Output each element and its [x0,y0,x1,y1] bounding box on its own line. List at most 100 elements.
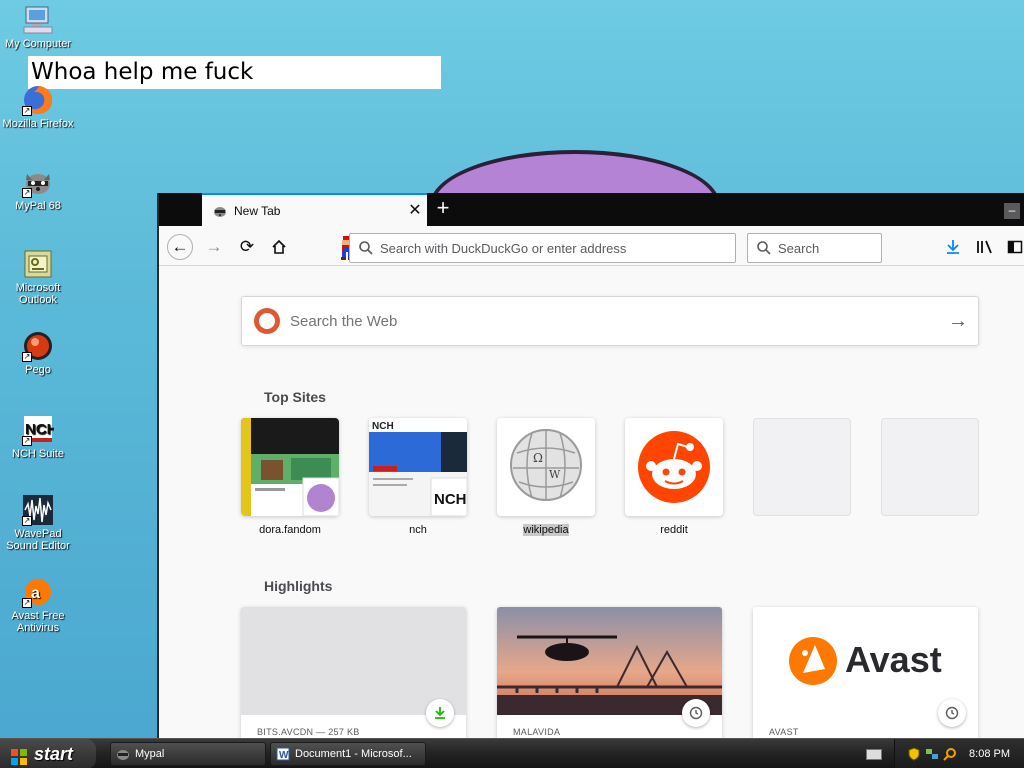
desktop-icon-firefox[interactable]: ↗ Mozilla Firefox [0,84,76,130]
sidebar-button[interactable] [1002,234,1024,260]
computer-icon [22,4,54,36]
highlight-thumbnail [241,607,466,715]
clock: 8:08 PM [969,748,1010,760]
taskbar-button-label: Document1 - Microsof... [295,748,412,760]
highlight-card-malavida[interactable]: MALAVIDA [497,607,722,738]
mypal-raccoon-icon [116,747,130,761]
desktop-icon-avast[interactable]: a ↗ Avast Free Antivirus [0,576,76,634]
top-site-tile-wikipedia[interactable]: Ω W [497,418,595,516]
desktop-icon-mypal[interactable]: ↗ MyPal 68 [0,166,76,212]
highlight-card-avast[interactable]: Avast AVAST [753,607,978,738]
desktop-icon-label: Avast Free Antivirus [11,610,65,634]
address-bar[interactable]: Search with DuckDuckGo or enter address [349,233,736,263]
top-sites-heading: Top Sites [264,389,326,405]
outlook-icon [22,248,54,280]
back-button[interactable]: ← [167,234,193,260]
web-search-box[interactable]: Search the Web → [241,296,979,346]
tab-new-tab[interactable]: New Tab ✕ [202,193,427,226]
desktop-icon-label: MyPal 68 [15,200,61,212]
svg-text:NCH: NCH [372,421,394,432]
svg-text:NCH: NCH [434,491,467,508]
desktop-icon-label: Pego [25,364,51,376]
shortcut-arrow-icon: ↗ [22,598,32,608]
shortcut-arrow-icon: ↗ [22,188,32,198]
search-bar[interactable]: Search [747,233,882,263]
keyboard-icon[interactable] [866,749,882,760]
top-site-tile-reddit[interactable] [625,418,723,516]
avast-logo-text: Avast [845,639,942,680]
web-search-placeholder: Search the Web [290,312,398,330]
search-placeholder: Search [778,240,820,256]
top-site-tile-empty[interactable] [753,418,851,516]
desktop-icon-my-computer[interactable]: My Computer [0,4,76,50]
mypal-raccoon-icon: ↗ [22,166,54,198]
taskbar: start Mypal W Document1 - Microsof... 8:… [0,738,1024,768]
tab-strip: New Tab ✕ + – [159,193,1024,226]
mypal-favicon-icon [212,203,228,219]
top-site-tile-nch[interactable]: NCH NCH [369,418,467,516]
clock-badge-icon [938,699,966,727]
home-button[interactable] [266,234,292,260]
forward-button[interactable]: → [201,234,227,260]
desktop-icon-label: Mozilla Firefox [2,118,74,130]
reload-button[interactable]: ⟳ [234,234,260,260]
highlight-meta: MALAVIDA [513,727,561,737]
desktop-icon-wavepad[interactable]: ↗ WavePad Sound Editor [0,494,76,552]
taskbar-button-label: Mypal [135,748,165,760]
start-label: start [34,744,74,764]
dora-thumbnail [241,418,339,516]
network-icon[interactable] [925,747,939,761]
new-tab-page: Search the Web → Top Sites dora.fandom N… [159,266,1024,738]
top-site-label: dora.fandom [259,524,321,536]
desktop-icon-outlook[interactable]: Microsoft Outlook [0,248,76,306]
home-icon [272,239,286,254]
highlight-thumbnail [497,607,722,715]
highlight-meta: BITS.AVCDN — 257 KB [257,727,360,737]
tab-title: New Tab [234,203,281,218]
pego-icon: ↗ [22,330,54,362]
start-button[interactable]: start [0,739,96,768]
download-badge-icon [426,699,454,727]
desktop-text-box[interactable]: Whoa help me fuck [28,56,441,89]
minimize-button[interactable]: – [1004,203,1020,219]
windows-flag-icon [10,745,28,765]
new-tab-button[interactable]: + [431,197,455,221]
search-tray-icon[interactable] [943,747,957,761]
search-go-arrow-icon[interactable]: → [938,310,978,333]
shield-icon[interactable] [907,747,921,761]
top-site-label: reddit [660,524,688,536]
shortcut-arrow-icon: ↗ [22,516,32,526]
close-tab-icon[interactable]: ✕ [403,199,427,223]
svg-text:W: W [549,468,561,481]
desktop-icon-pego[interactable]: ↗ Pego [0,330,76,376]
address-placeholder: Search with DuckDuckGo or enter address [380,240,627,256]
highlight-thumbnail: Avast [753,607,978,715]
taskbar-button-document1[interactable]: W Document1 - Microsof... [270,742,426,766]
library-icon [977,240,992,254]
nav-toolbar: ← → ⟳ Search with DuckDuckGo or enter ad… [159,226,1024,266]
downloads-button[interactable] [940,234,966,260]
taskbar-button-mypal[interactable]: Mypal [110,742,266,766]
waveform-icon: ↗ [22,494,54,526]
desktop-icon-label: Microsoft Outlook [15,282,61,306]
desktop-icon-label: My Computer [4,38,72,50]
shortcut-arrow-icon: ↗ [22,106,32,116]
nch-thumbnail: NCH NCH [369,418,467,516]
search-icon [756,240,772,256]
top-site-tile-dora[interactable] [241,418,339,516]
highlights-heading: Highlights [264,578,333,594]
system-tray: 8:08 PM [894,739,1024,768]
library-button[interactable] [972,234,998,260]
wikipedia-globe-icon: Ω W [497,418,595,516]
duckduckgo-logo-icon [254,308,280,334]
svg-text:Ω: Ω [533,451,543,465]
shortcut-arrow-icon: ↗ [22,436,32,446]
top-site-tile-empty[interactable] [881,418,979,516]
clock-badge-icon [682,699,710,727]
desktop-icon-label: WavePad Sound Editor [6,528,70,552]
highlight-card-download[interactable]: BITS.AVCDN — 257 KB [241,607,466,738]
search-icon [358,240,374,256]
top-site-label: nch [409,524,427,536]
desktop-icon-nch-suite[interactable]: NCH ↗ NCH Suite [0,414,76,460]
sidebar-icon [1007,240,1023,254]
